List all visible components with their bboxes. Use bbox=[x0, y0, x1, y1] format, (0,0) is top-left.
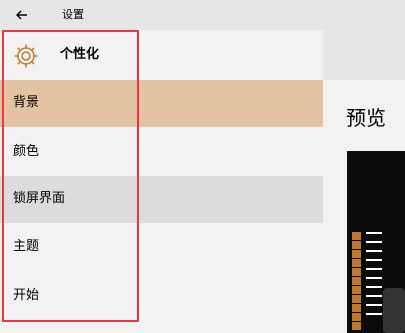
preview-tile bbox=[352, 277, 361, 285]
title-bar: 设置 bbox=[0, 0, 405, 30]
sidebar-item-start[interactable]: 开始 bbox=[0, 273, 323, 320]
sidebar-item-label: 锁屏界面 bbox=[13, 191, 66, 206]
preview-menu-lines bbox=[366, 232, 382, 322]
preview-tile bbox=[352, 250, 361, 258]
preview-scroll-thumb bbox=[383, 288, 405, 333]
sidebar-item-color[interactable]: 颜色 bbox=[0, 129, 323, 176]
preview-line bbox=[366, 313, 382, 315]
preview-line bbox=[366, 250, 382, 252]
sidebar-item-background[interactable]: 背景 bbox=[0, 80, 323, 127]
sidebar: 个性化 背景 颜色 锁屏界面 主题 开始 bbox=[0, 30, 323, 333]
preview-line bbox=[366, 286, 382, 288]
preview-title: 预览 bbox=[346, 106, 386, 130]
gear-icon bbox=[14, 44, 38, 68]
preview-tile bbox=[352, 295, 361, 303]
preview-line bbox=[366, 232, 382, 234]
sidebar-header-label: 个性化 bbox=[60, 47, 100, 62]
preview-line bbox=[366, 295, 382, 297]
sidebar-item-label: 背景 bbox=[13, 95, 40, 110]
preview-tile bbox=[352, 304, 361, 312]
preview-tile bbox=[352, 322, 361, 330]
preview-line bbox=[366, 277, 382, 279]
preview-line bbox=[366, 268, 382, 270]
sidebar-item-label: 主题 bbox=[13, 239, 40, 254]
preview-tile bbox=[352, 241, 361, 249]
sidebar-item-label: 颜色 bbox=[13, 144, 40, 159]
preview-tile bbox=[352, 313, 361, 321]
sidebar-header: 个性化 bbox=[0, 30, 323, 80]
back-arrow-icon[interactable] bbox=[12, 5, 32, 25]
sidebar-item-label: 开始 bbox=[13, 288, 40, 303]
preview-tile bbox=[352, 259, 361, 267]
preview-tiles bbox=[352, 232, 362, 333]
preview-line bbox=[366, 304, 382, 306]
preview-line bbox=[366, 241, 382, 243]
preview-tile bbox=[352, 268, 361, 276]
preview-tile bbox=[352, 286, 361, 294]
window-title: 设置 bbox=[62, 8, 84, 21]
sidebar-item-themes[interactable]: 主题 bbox=[0, 224, 323, 271]
sidebar-item-lock-screen[interactable]: 锁屏界面 bbox=[0, 176, 323, 223]
preview-line bbox=[366, 259, 382, 261]
preview-tile bbox=[352, 232, 361, 240]
